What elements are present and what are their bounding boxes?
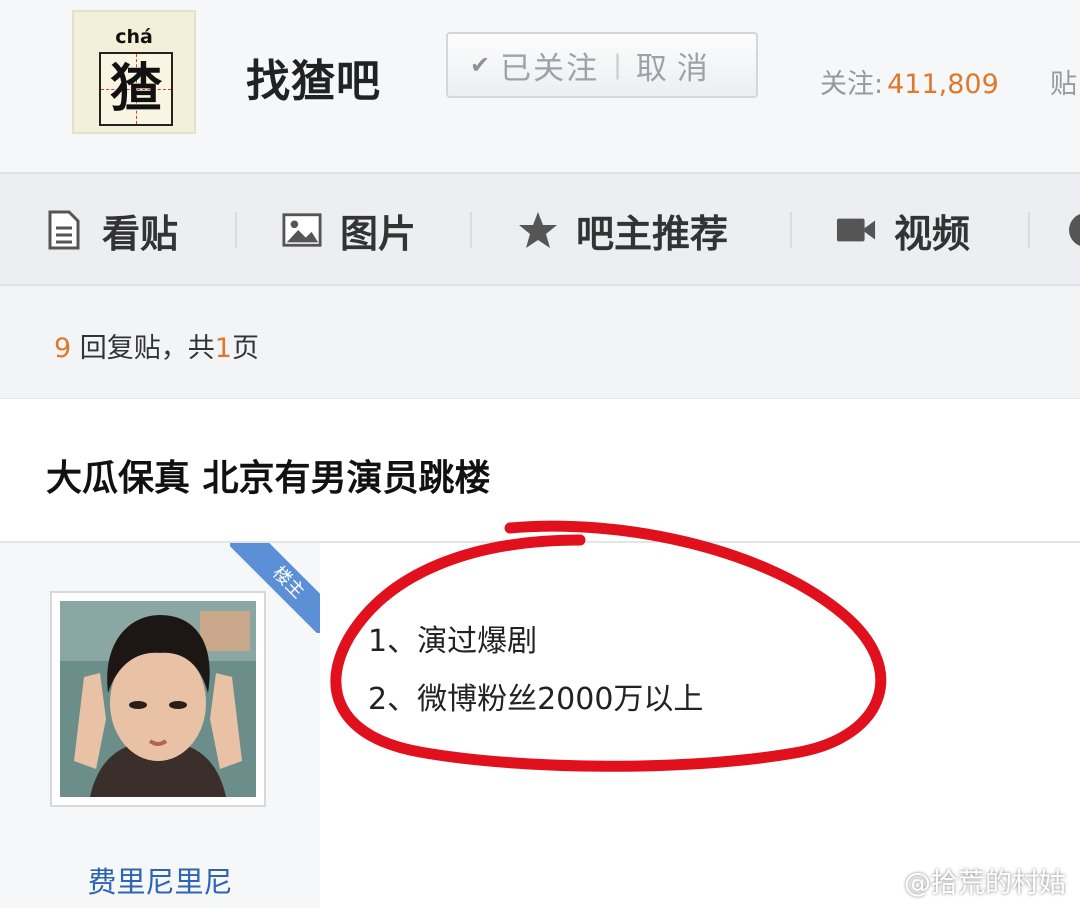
forum-header: chá 猹 找猹吧 ✔ 已关注 | 取消 关注: 411,809 贴 bbox=[0, 0, 1080, 172]
star-icon bbox=[518, 210, 558, 250]
tab-videos[interactable]: 视频 bbox=[836, 174, 970, 286]
avatar-photo bbox=[60, 601, 256, 797]
follow-separator: | bbox=[613, 50, 622, 80]
page-count: 1 bbox=[214, 333, 232, 364]
checkmark-icon: ✔ bbox=[470, 51, 491, 79]
follow-state-label: 已关注 bbox=[500, 50, 600, 87]
reply-count: 9 bbox=[54, 333, 72, 364]
weibo-watermark: @拾荒的村姑 bbox=[904, 868, 1066, 899]
followers-count: 411,809 bbox=[887, 69, 999, 100]
unfollow-button[interactable]: 取消 bbox=[636, 43, 718, 88]
post-floor: 楼主 费里尼里尼 1、演过爆剧 2、微博粉丝2000万以上 bbox=[0, 543, 1080, 908]
avatar[interactable] bbox=[50, 591, 266, 807]
video-icon bbox=[836, 210, 876, 250]
thread-title-bar: 大瓜保真 北京有男演员跳楼 bbox=[0, 398, 1080, 543]
logo-pinyin: chá bbox=[115, 26, 153, 48]
thread-title: 大瓜保真 北京有男演员跳楼 bbox=[46, 458, 491, 499]
tab-divider bbox=[790, 212, 792, 248]
reply-summary: 9 回复贴，共1页 bbox=[54, 326, 259, 365]
post-author-column: 楼主 费里尼里尼 bbox=[0, 543, 320, 908]
tab-label: 看贴 bbox=[102, 211, 179, 256]
logo-grid: 猹 bbox=[99, 52, 173, 126]
forum-name[interactable]: 找猹吧 bbox=[246, 45, 381, 109]
tab-label: 吧主推荐 bbox=[576, 211, 729, 256]
tab-label: 视频 bbox=[894, 211, 971, 256]
forum-tabs: 看贴 图片 吧主推荐 视频 bbox=[0, 172, 1080, 286]
tab-divider bbox=[1028, 212, 1030, 248]
post-author-name[interactable]: 费里尼里尼 bbox=[0, 859, 320, 901]
followers-label: 关注: bbox=[820, 69, 884, 100]
document-icon bbox=[44, 210, 84, 250]
post-content: 1、演过爆剧 2、微博粉丝2000万以上 bbox=[368, 613, 703, 729]
image-icon bbox=[282, 210, 322, 250]
thread-pager: 9 回复贴，共1页 bbox=[0, 286, 1080, 398]
tab-divider bbox=[235, 212, 237, 248]
tab-label: 图片 bbox=[340, 211, 417, 256]
posts-stat-label: 贴 bbox=[1050, 69, 1077, 100]
logo-char: 猹 bbox=[109, 59, 162, 119]
tab-more[interactable] bbox=[1066, 174, 1080, 286]
post-line: 1、演过爆剧 bbox=[368, 624, 538, 659]
tab-featured[interactable]: 吧主推荐 bbox=[518, 174, 728, 286]
post-line: 2、微博粉丝2000万以上 bbox=[368, 682, 704, 717]
tab-divider bbox=[470, 212, 472, 248]
reply-text: 回复贴，共 bbox=[79, 333, 215, 364]
followers-stat: 关注: 411,809 bbox=[820, 62, 999, 101]
page-unit: 页 bbox=[231, 333, 259, 364]
follow-button[interactable]: ✔ 已关注 | 取消 bbox=[446, 32, 758, 98]
more-tab-icon bbox=[1066, 210, 1080, 250]
tab-images[interactable]: 图片 bbox=[282, 174, 416, 286]
tab-posts[interactable]: 看贴 bbox=[44, 174, 178, 286]
forum-logo[interactable]: chá 猹 bbox=[72, 10, 196, 134]
